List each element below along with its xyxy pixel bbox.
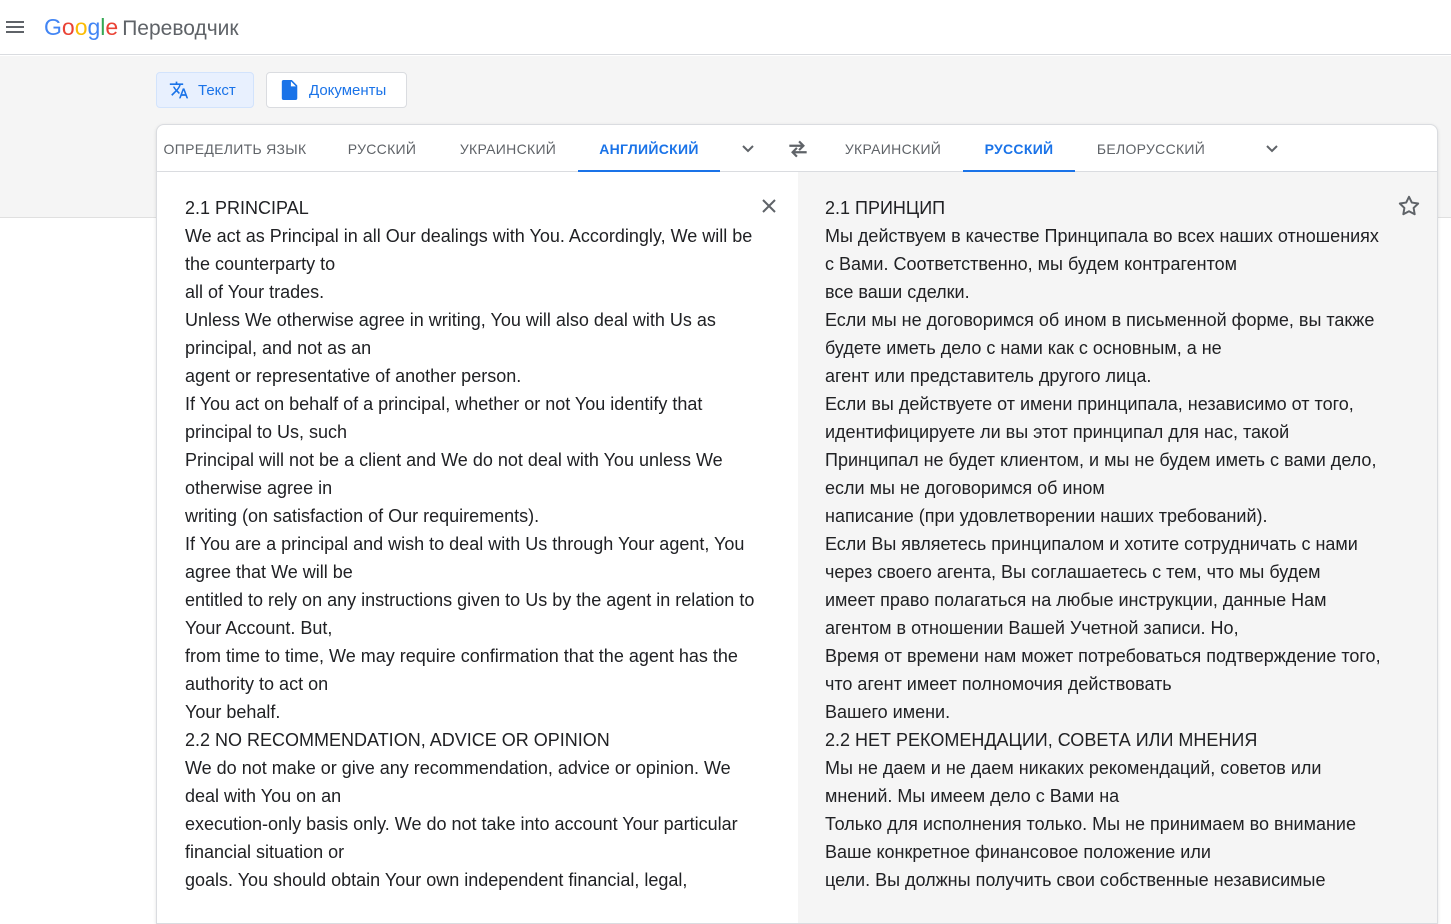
tab-target-ukrainian[interactable]: УКРАИНСКИЙ (829, 125, 957, 172)
document-icon (280, 80, 300, 100)
logo-letter: G (44, 13, 62, 40)
documents-mode-button[interactable]: Документы (266, 72, 407, 108)
tab-source-english[interactable]: АНГЛИЙСКИЙ (578, 125, 720, 173)
tab-source-ukrainian[interactable]: УКРАИНСКИЙ (445, 125, 571, 172)
translation-output-pane: 2.1 ПРИНЦИП Мы действуем в качестве Прин… (798, 172, 1437, 923)
star-icon[interactable] (1396, 193, 1422, 219)
product-name: Переводчик (122, 16, 239, 40)
hamburger-menu-icon[interactable] (6, 19, 28, 35)
logo-letter: e (105, 13, 119, 40)
logo-letter: o (61, 13, 75, 40)
translated-text: 2.1 ПРИНЦИП Мы действуем в качестве Прин… (825, 198, 1381, 890)
app-header: G o o g l e Переводчик (0, 0, 1451, 55)
documents-mode-label: Документы (309, 81, 387, 99)
google-translate-logo[interactable]: G o o g l e Переводчик (44, 14, 239, 41)
tab-source-russian[interactable]: РУССКИЙ (327, 125, 437, 172)
translation-card: ОПРЕДЕЛИТЬ ЯЗЫК РУССКИЙ УКРАИНСКИЙ АНГЛИ… (156, 124, 1438, 924)
source-text-pane[interactable]: 2.1 PRINCIPAL We act as Principal in all… (157, 172, 798, 923)
text-mode-label: Текст (198, 81, 236, 99)
tab-target-russian[interactable]: РУССКИЙ (963, 125, 1075, 173)
tab-target-belarusian[interactable]: БЕЛОРУССКИЙ (1083, 125, 1219, 172)
chevron-down-icon[interactable] (1260, 137, 1284, 161)
tab-detect-language[interactable]: ОПРЕДЕЛИТЬ ЯЗЫК (157, 125, 313, 172)
source-textarea[interactable]: 2.1 PRINCIPAL We act as Principal in all… (185, 194, 755, 894)
chevron-down-icon[interactable] (736, 137, 760, 161)
text-mode-button[interactable]: Текст (156, 72, 254, 108)
translate-icon (169, 80, 189, 100)
logo-letter: g (87, 13, 101, 40)
swap-languages-icon[interactable] (785, 136, 811, 162)
language-bar: ОПРЕДЕЛИТЬ ЯЗЫК РУССКИЙ УКРАИНСКИЙ АНГЛИ… (157, 125, 1437, 173)
close-icon[interactable] (757, 194, 781, 218)
logo-letter: o (74, 13, 88, 40)
